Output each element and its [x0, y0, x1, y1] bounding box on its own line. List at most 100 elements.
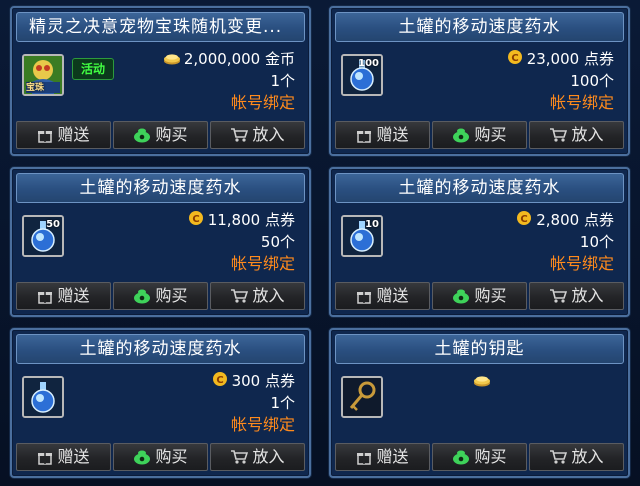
item-quantity: 100个 [570, 72, 614, 90]
money-bag-icon [133, 449, 151, 465]
add-to-cart-button[interactable]: 放入 [529, 121, 624, 149]
account-bind-label: 帐号绑定 [230, 254, 295, 273]
potion-icon[interactable]: 10 [341, 215, 383, 257]
money-bag-icon [133, 127, 151, 143]
cart-label: 放入 [571, 125, 604, 144]
gift-label: 赠送 [57, 447, 90, 466]
cart-label: 放入 [252, 125, 285, 144]
gift-button[interactable]: 赠送 [335, 443, 430, 471]
cart-icon [230, 288, 249, 304]
item-icon-label: 宝珠 [26, 83, 45, 93]
gold-coin-icon [473, 372, 491, 391]
add-to-cart-button[interactable]: 放入 [210, 121, 305, 149]
gift-label: 赠送 [376, 125, 409, 144]
key-icon[interactable] [341, 376, 383, 418]
shop-item-card: 土罐的钥匙 赠送 购买 放入 [329, 328, 630, 478]
buy-button[interactable]: 购买 [432, 121, 527, 149]
gold-coin-icon [163, 49, 181, 71]
potion-stack-count: 50 [46, 219, 60, 230]
gift-icon [356, 449, 372, 465]
item-info: C 2,800 点券 10个 帐号绑定 [515, 209, 614, 275]
account-bind-label: 帐号绑定 [549, 93, 614, 112]
item-price: 2,000,000 [183, 50, 261, 68]
buy-label: 购买 [155, 286, 188, 305]
money-bag-icon [452, 449, 470, 465]
money-bag-icon [452, 288, 470, 304]
add-to-cart-button[interactable]: 放入 [529, 443, 624, 471]
item-title: 土罐的移动速度药水 [335, 12, 624, 42]
shop-item-card: 土罐的移动速度药水 C 300 点券 1个 帐号绑定 赠送 购买 放入 [10, 328, 311, 478]
account-bind-label: 帐号绑定 [230, 93, 295, 112]
item-price: 23,000 [526, 50, 580, 68]
buy-button[interactable]: 购买 [432, 282, 527, 310]
money-bag-icon [452, 127, 470, 143]
money-bag-icon [133, 288, 151, 304]
add-to-cart-button[interactable]: 放入 [529, 282, 624, 310]
item-action-bar: 赠送 购买 放入 [335, 282, 624, 310]
shop-item-card: 土罐的移动速度药水 10 C 2,800 点券 10个 帐号绑定 赠送 购买 放入 [329, 167, 630, 317]
gift-icon [356, 288, 372, 304]
item-quantity: 10个 [579, 233, 614, 251]
buy-label: 购买 [155, 447, 188, 466]
cart-label: 放入 [252, 447, 285, 466]
item-price: 2,800 [536, 211, 580, 229]
gift-button[interactable]: 赠送 [16, 443, 111, 471]
item-info: C 300 点券 1个 帐号绑定 [211, 370, 295, 436]
item-action-bar: 赠送 购买 放入 [16, 121, 305, 149]
item-info: C 11,800 点券 50个 帐号绑定 [187, 209, 295, 275]
item-title: 精灵之决意宠物宝珠随机变更... [16, 12, 305, 42]
item-action-bar: 赠送 购买 放入 [16, 282, 305, 310]
svg-text:C: C [511, 53, 518, 64]
cart-label: 放入 [571, 447, 604, 466]
buy-label: 购买 [474, 447, 507, 466]
potion-icon[interactable] [22, 376, 64, 418]
item-info: C 23,000 点券 100个 帐号绑定 [506, 48, 614, 114]
item-title: 土罐的钥匙 [335, 334, 624, 364]
potion-stack-count: 100 [358, 58, 379, 69]
cart-icon [549, 127, 568, 143]
point-coupon-icon: C [515, 210, 533, 232]
gift-label: 赠送 [376, 447, 409, 466]
add-to-cart-button[interactable]: 放入 [210, 282, 305, 310]
cart-icon [230, 127, 249, 143]
cart-icon [549, 449, 568, 465]
buy-button[interactable]: 购买 [113, 443, 208, 471]
item-action-bar: 赠送 购买 放入 [335, 121, 624, 149]
item-action-bar: 赠送 购买 放入 [335, 443, 624, 471]
buy-button[interactable]: 购买 [113, 121, 208, 149]
item-currency: 点券 [264, 372, 295, 390]
event-badge: 活动 [72, 58, 114, 80]
gift-icon [37, 288, 53, 304]
item-currency: 点券 [583, 211, 614, 229]
potion-icon[interactable]: 100 [341, 54, 383, 96]
cart-label: 放入 [252, 286, 285, 305]
gift-label: 赠送 [57, 286, 90, 305]
item-quantity: 1个 [270, 394, 295, 412]
gift-icon [37, 449, 53, 465]
svg-text:C: C [192, 214, 199, 225]
item-quantity: 50个 [260, 233, 295, 251]
cart-label: 放入 [571, 286, 604, 305]
potion-icon[interactable]: 50 [22, 215, 64, 257]
item-action-bar: 赠送 购买 放入 [16, 443, 305, 471]
buy-button[interactable]: 购买 [113, 282, 208, 310]
shop-item-card: 土罐的移动速度药水 100 C 23,000 点券 100个 帐号绑定 赠送 购买… [329, 6, 630, 156]
pet-orb-icon[interactable]: 宝珠 [22, 54, 64, 96]
item-price: 11,800 [207, 211, 261, 229]
item-currency: 金币 [264, 50, 295, 68]
item-quantity: 1个 [270, 72, 295, 90]
shop-item-card: 精灵之决意宠物宝珠随机变更... 宝珠 活动 2,000,000 金币 1个 帐… [10, 6, 311, 156]
add-to-cart-button[interactable]: 放入 [210, 443, 305, 471]
point-coupon-icon: C [506, 49, 524, 71]
buy-button[interactable]: 购买 [432, 443, 527, 471]
gift-label: 赠送 [376, 286, 409, 305]
gift-icon [356, 127, 372, 143]
point-coupon-icon: C [187, 210, 205, 232]
buy-label: 购买 [474, 286, 507, 305]
gift-button[interactable]: 赠送 [335, 282, 430, 310]
gift-button[interactable]: 赠送 [16, 282, 111, 310]
cart-icon [230, 449, 249, 465]
svg-text:C: C [521, 214, 528, 225]
gift-button[interactable]: 赠送 [335, 121, 430, 149]
gift-button[interactable]: 赠送 [16, 121, 111, 149]
